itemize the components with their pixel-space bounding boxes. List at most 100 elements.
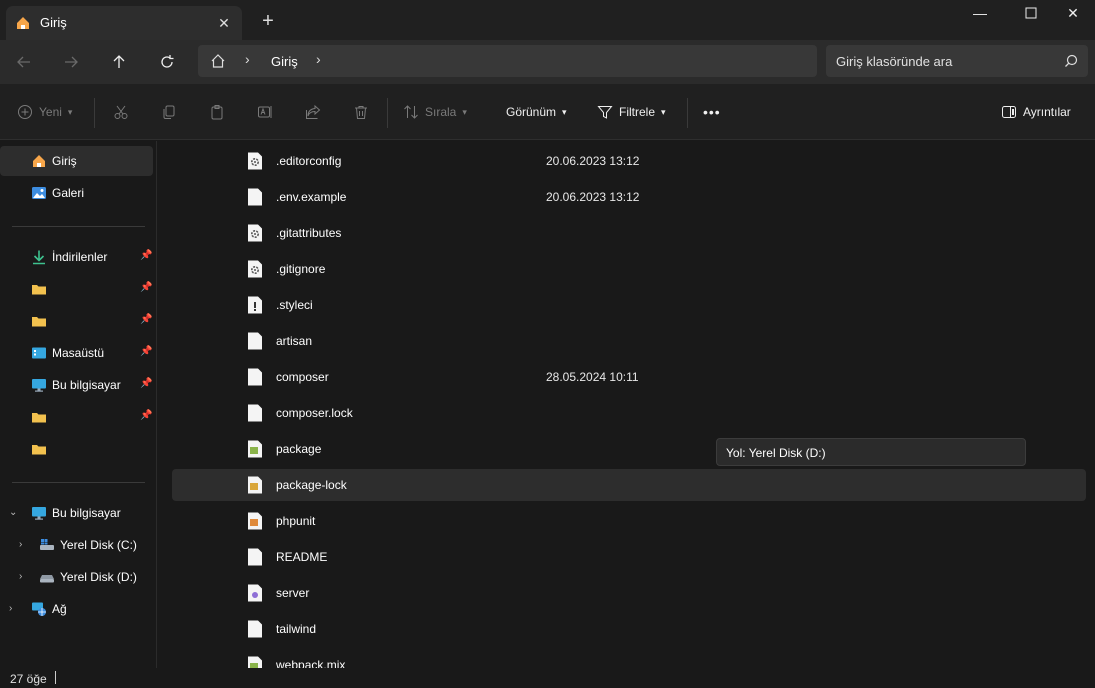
command-bar: Yeni ▾ Sırala ▾ Görünüm ▾ Filtrele ▾ •••… bbox=[0, 84, 1095, 140]
share-icon bbox=[305, 104, 321, 120]
file-name: tailwind bbox=[276, 622, 317, 636]
file-row[interactable]: composer 28.05.2024 10:11 bbox=[172, 361, 1086, 393]
pin-icon[interactable]: 📌 bbox=[140, 282, 152, 293]
chevron-right-icon[interactable]: › bbox=[9, 603, 12, 614]
toolbar-divider bbox=[687, 98, 688, 128]
sidebar-item-folder[interactable] bbox=[0, 434, 153, 464]
copy-button[interactable] bbox=[161, 100, 177, 124]
file-name: package bbox=[276, 442, 322, 456]
title-bar: Giriş ✕ + — ✕ bbox=[0, 0, 1095, 40]
search-input[interactable]: Giriş klasöründe ara bbox=[836, 54, 952, 69]
file-icon bbox=[247, 332, 263, 350]
gallery-icon bbox=[31, 185, 47, 201]
file-row[interactable]: .styleci bbox=[172, 289, 1086, 321]
sidebar-item-home[interactable]: Giriş bbox=[0, 146, 153, 176]
file-row[interactable]: composer.lock bbox=[172, 397, 1086, 429]
chevron-right-icon[interactable]: › bbox=[316, 51, 321, 67]
details-button[interactable]: Ayrıntılar bbox=[1001, 100, 1071, 124]
sidebar-item-this-pc-pinned[interactable]: Bu bilgisayar 📌 bbox=[0, 370, 153, 400]
file-row[interactable]: .gitignore bbox=[172, 253, 1086, 285]
add-icon bbox=[17, 104, 33, 120]
details-pane-icon bbox=[1001, 104, 1017, 120]
search-icon[interactable] bbox=[1064, 54, 1078, 68]
file-name: README bbox=[276, 550, 328, 564]
new-tab-button[interactable]: + bbox=[256, 10, 280, 34]
pin-icon[interactable]: 📌 bbox=[140, 378, 152, 389]
pin-icon[interactable]: 📌 bbox=[140, 314, 152, 325]
tab-giris[interactable]: Giriş ✕ bbox=[6, 6, 242, 40]
close-tab-icon[interactable]: ✕ bbox=[214, 13, 234, 33]
file-name: phpunit bbox=[276, 514, 316, 528]
back-icon[interactable] bbox=[10, 48, 38, 76]
file-row[interactable]: webpack.mix bbox=[172, 649, 1086, 668]
file-row[interactable]: package-lock bbox=[172, 469, 1086, 501]
address-home-icon[interactable] bbox=[210, 53, 226, 69]
breadcrumb-giris[interactable]: Giriş bbox=[271, 54, 298, 69]
paste-icon bbox=[209, 104, 225, 120]
toolbar-divider bbox=[387, 98, 388, 128]
file-date: 20.06.2023 13:12 bbox=[546, 190, 640, 204]
filter-label: Filtrele bbox=[619, 105, 656, 119]
chevron-right-icon[interactable]: › bbox=[245, 51, 250, 67]
sidebar-item-drive-d[interactable]: › Yerel Disk (D:) bbox=[0, 562, 153, 592]
sidebar-item-label: Galeri bbox=[52, 186, 85, 200]
file-date: 28.05.2024 10:11 bbox=[546, 370, 639, 384]
pin-icon[interactable]: 📌 bbox=[140, 250, 152, 261]
sort-button[interactable]: Sırala ▾ bbox=[403, 100, 467, 124]
file-row[interactable]: README bbox=[172, 541, 1086, 573]
file-row[interactable]: .editorconfig 20.06.2023 13:12 bbox=[172, 145, 1086, 177]
chevron-down-icon[interactable]: ⌄ bbox=[9, 507, 17, 518]
file-name: artisan bbox=[276, 334, 313, 348]
search-box[interactable]: Giriş klasöründe ara bbox=[826, 45, 1088, 77]
filter-icon bbox=[597, 104, 613, 120]
settings-file-icon bbox=[247, 152, 263, 170]
file-row[interactable]: .env.example 20.06.2023 13:12 bbox=[172, 181, 1086, 213]
file-row[interactable]: phpunit bbox=[172, 505, 1086, 537]
share-button[interactable] bbox=[305, 100, 321, 124]
file-row[interactable]: artisan bbox=[172, 325, 1086, 357]
rename-button[interactable] bbox=[257, 100, 273, 124]
status-bar: 27 öğe bbox=[0, 668, 1095, 688]
chevron-right-icon[interactable]: › bbox=[19, 571, 22, 582]
cut-button[interactable] bbox=[113, 100, 129, 124]
file-row[interactable]: server bbox=[172, 577, 1086, 609]
new-button[interactable]: Yeni ▾ bbox=[17, 100, 72, 124]
cut-icon bbox=[113, 104, 129, 120]
sidebar-item-this-pc[interactable]: ⌄ Bu bilgisayar bbox=[0, 498, 153, 528]
filter-button[interactable]: Filtrele ▾ bbox=[597, 100, 666, 124]
view-button[interactable]: Görünüm ▾ bbox=[500, 100, 567, 124]
file-row[interactable]: tailwind bbox=[172, 613, 1086, 645]
address-bar[interactable]: › Giriş › bbox=[198, 45, 817, 77]
sidebar-item-folder[interactable]: 📌 bbox=[0, 402, 153, 432]
pin-icon[interactable]: 📌 bbox=[140, 346, 152, 357]
sidebar-item-drive-c[interactable]: › Yerel Disk (C:) bbox=[0, 530, 153, 560]
network-icon bbox=[31, 601, 47, 617]
minimize-icon[interactable]: — bbox=[957, 0, 1003, 28]
more-icon: ••• bbox=[703, 104, 721, 120]
sidebar-item-label: Yerel Disk (D:) bbox=[60, 570, 137, 584]
maximize-icon[interactable] bbox=[1008, 0, 1054, 28]
up-icon[interactable] bbox=[105, 48, 133, 76]
paste-button[interactable] bbox=[209, 100, 225, 124]
sidebar-item-label: İndirilenler bbox=[52, 250, 108, 264]
close-icon[interactable]: ✕ bbox=[1050, 0, 1095, 28]
forward-icon[interactable] bbox=[57, 48, 85, 76]
delete-button[interactable] bbox=[353, 100, 369, 124]
sidebar-item-desktop[interactable]: Masaüstü 📌 bbox=[0, 338, 153, 368]
sidebar-item-downloads[interactable]: İndirilenler 📌 bbox=[0, 242, 153, 272]
file-icon bbox=[247, 584, 263, 602]
refresh-icon[interactable] bbox=[153, 48, 181, 76]
sidebar-item-network[interactable]: › Ağ bbox=[0, 594, 153, 624]
sidebar-item-folder[interactable]: 📌 bbox=[0, 306, 153, 336]
folder-icon bbox=[31, 441, 47, 457]
folder-icon bbox=[31, 409, 47, 425]
file-date: 20.06.2023 13:12 bbox=[546, 154, 640, 168]
sidebar-item-gallery[interactable]: Galeri bbox=[0, 178, 153, 208]
file-name: webpack.mix bbox=[276, 658, 346, 668]
toolbar-divider bbox=[94, 98, 95, 128]
more-options-button[interactable]: ••• bbox=[703, 100, 721, 124]
sidebar-item-folder[interactable]: 📌 bbox=[0, 274, 153, 304]
pin-icon[interactable]: 📌 bbox=[140, 410, 152, 421]
file-row[interactable]: .gitattributes bbox=[172, 217, 1086, 249]
chevron-right-icon[interactable]: › bbox=[19, 539, 22, 550]
